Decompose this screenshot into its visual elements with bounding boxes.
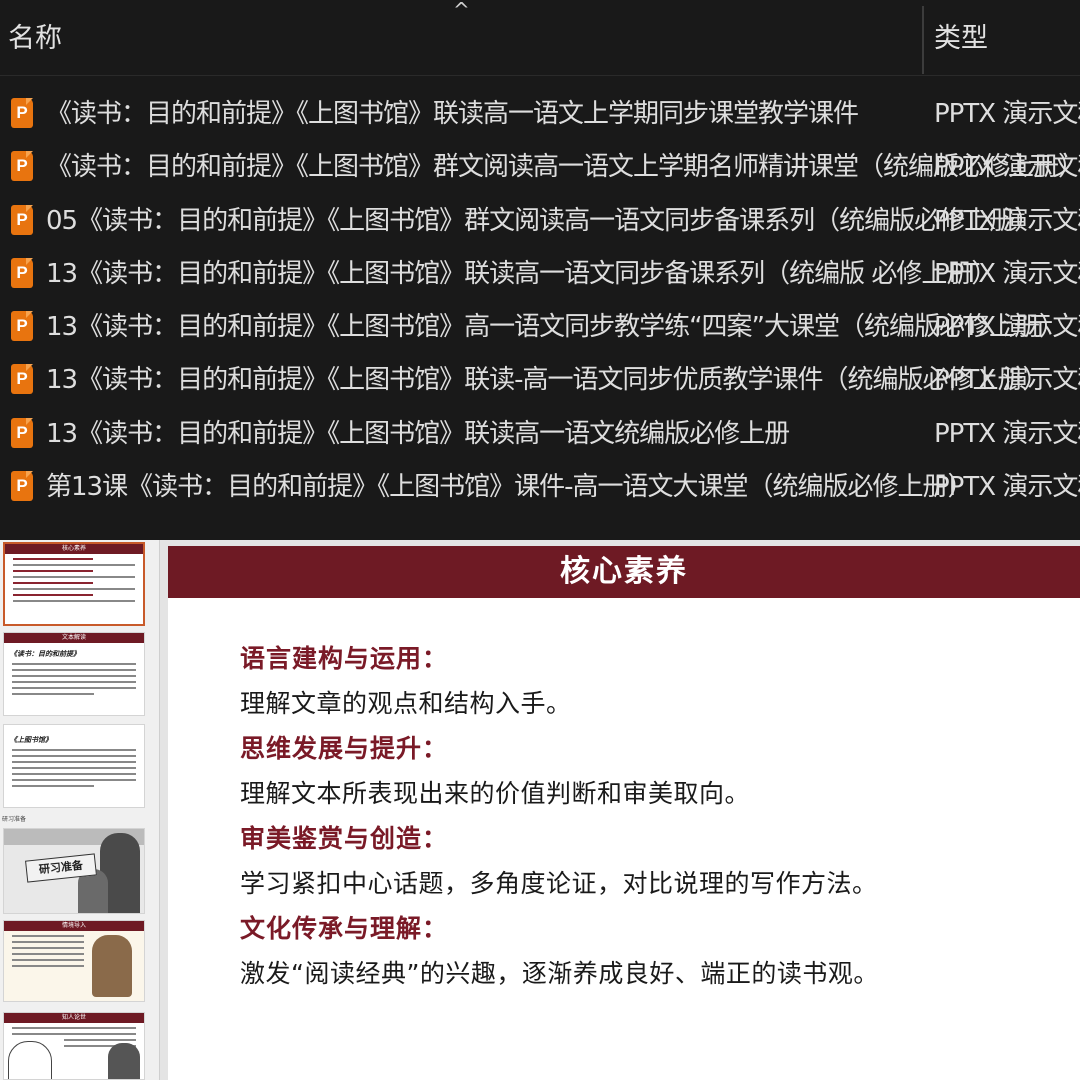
file-name: 13《读书：目的和前提》《上图书馆》联读高一语文统编版必修上册 bbox=[46, 418, 790, 449]
section-heading: 文化传承与理解： bbox=[240, 914, 449, 943]
presentation-window: 核心素养 文本解读 《读书：目的和前提》 《上图书馆》 研习准备 研习准备 情境… bbox=[0, 540, 1080, 1080]
powerpoint-file-icon: P bbox=[11, 257, 33, 288]
file-row[interactable]: P 13《读书：目的和前提》《上图书馆》高一语文同步教学练“四案”大课堂（统编版… bbox=[0, 301, 1080, 354]
file-type: PPTX 演示文稿 bbox=[934, 205, 1080, 236]
file-row[interactable]: P 13《读书：目的和前提》《上图书馆》联读高一语文同步备课系列（统编版 必修上… bbox=[0, 248, 1080, 301]
file-name: 13《读书：目的和前提》《上图书馆》联读高一语文同步备课系列（统编版 必修上册） bbox=[46, 258, 997, 289]
powerpoint-file-icon: P bbox=[11, 204, 33, 235]
file-name: 13《读书：目的和前提》《上图书馆》高一语文同步教学练“四案”大课堂（统编版必修… bbox=[46, 312, 1065, 343]
file-type: PPTX 演示文稿 bbox=[934, 152, 1080, 183]
file-type: PPTX 演示文稿 bbox=[934, 418, 1080, 449]
section-heading: 思维发展与提升： bbox=[240, 734, 449, 763]
slide-thumbnail-4[interactable]: 研习准备 bbox=[3, 828, 145, 914]
thumbnail-heading: 《读书：目的和前提》 bbox=[10, 650, 80, 658]
section-text: 理解文本所表现出来的价值判断和审美取向。 bbox=[240, 779, 751, 808]
file-name: 05《读书：目的和前提》《上图书馆》群文阅读高一语文同步备课系列（统编版必修上册… bbox=[46, 205, 1040, 236]
file-name: 第13课《读书：目的和前提》《上图书馆》课件-高一语文大课堂（统编版必修上册） bbox=[46, 472, 973, 503]
thumbnail-title: 核心素养 bbox=[5, 544, 143, 554]
column-header-name[interactable]: 名称 bbox=[8, 22, 62, 56]
file-name: 《读书：目的和前提》《上图书馆》群文阅读高一语文上学期名师精讲课堂（统编版必修上… bbox=[46, 152, 1080, 183]
thumbnail-portrait-image bbox=[108, 1043, 140, 1079]
section-text: 激发“阅读经典”的兴趣，逐渐养成良好、端正的读书观。 bbox=[240, 959, 879, 988]
sort-ascending-icon[interactable]: ^ bbox=[453, 0, 470, 20]
thumbnail-heading: 《上图书馆》 bbox=[10, 736, 52, 744]
file-type: PPTX 演示文稿 bbox=[934, 365, 1080, 396]
powerpoint-file-icon: P bbox=[11, 364, 33, 395]
section-text: 学习紧扣中心话题，多角度论证，对比说理的写作方法。 bbox=[240, 869, 878, 898]
thumbnail-section-label: 研习准备 bbox=[2, 816, 27, 823]
slide-thumbnail-6[interactable]: 知人论世 bbox=[3, 1012, 145, 1080]
slide-content-textbox[interactable]: 语言建构与运用： 理解文章的观点和结构入手。 思维发展与提升： 理解文本所表现出… bbox=[240, 636, 1040, 996]
file-name: 13《读书：目的和前提》《上图书馆》联读-高一语文同步优质教学课件（统编版必修上… bbox=[46, 365, 1048, 396]
slide-thumbnail-5[interactable]: 情境导入 bbox=[3, 920, 145, 1002]
file-explorer: ^ 名称 类型 P 《读书：目的和前提》《上图书馆》联读高一语文上学期同步课堂教… bbox=[0, 0, 1080, 540]
file-type: PPTX 演示文稿 bbox=[934, 472, 1080, 503]
slide-header-bar: 核心素养 bbox=[168, 546, 1080, 598]
powerpoint-file-icon: P bbox=[11, 98, 33, 128]
powerpoint-file-icon: P bbox=[11, 311, 33, 342]
powerpoint-file-icon: P bbox=[11, 471, 33, 502]
slide-editor-canvas[interactable]: 核心素养 语言建构与运用： 理解文章的观点和结构入手。 思维发展与提升： 理解文… bbox=[160, 540, 1080, 1080]
section-heading: 语言建构与运用： bbox=[240, 644, 449, 673]
file-list: P 《读书：目的和前提》《上图书馆》联读高一语文上学期同步课堂教学课件 PPTX… bbox=[0, 88, 1080, 514]
powerpoint-file-icon: P bbox=[11, 151, 33, 182]
powerpoint-file-icon: P bbox=[11, 417, 33, 448]
slide-thumbnail-2[interactable]: 文本解读 《读书：目的和前提》 bbox=[3, 632, 145, 716]
thumbnail-portrait-image bbox=[8, 1041, 52, 1079]
column-resize-handle[interactable] bbox=[922, 6, 924, 74]
thumbnail-portrait-image bbox=[92, 935, 132, 997]
file-type: PPTX 演示文稿 bbox=[934, 99, 1080, 129]
current-slide[interactable]: 核心素养 语言建构与运用： 理解文章的观点和结构入手。 思维发展与提升： 理解文… bbox=[168, 546, 1080, 1080]
file-row[interactable]: P 13《读书：目的和前提》《上图书馆》联读高一语文统编版必修上册 PPTX 演… bbox=[0, 408, 1080, 461]
file-type: PPTX 演示文稿 bbox=[934, 312, 1080, 343]
slide-thumbnail-1[interactable]: 核心素养 bbox=[3, 542, 145, 626]
file-name: 《读书：目的和前提》《上图书馆》联读高一语文上学期同步课堂教学课件 bbox=[46, 99, 859, 129]
section-heading: 审美鉴赏与创造： bbox=[240, 824, 449, 853]
thumbnail-title: 文本解读 bbox=[4, 633, 144, 643]
column-header-type[interactable]: 类型 bbox=[934, 22, 988, 56]
file-row[interactable]: P 05《读书：目的和前提》《上图书馆》群文阅读高一语文同步备课系列（统编版必修… bbox=[0, 195, 1080, 248]
file-row[interactable]: P 第13课《读书：目的和前提》《上图书馆》课件-高一语文大课堂（统编版必修上册… bbox=[0, 461, 1080, 514]
file-type: PPTX 演示文稿 bbox=[934, 258, 1080, 289]
slide-thumbnail-panel[interactable]: 核心素养 文本解读 《读书：目的和前提》 《上图书馆》 研习准备 研习准备 情境… bbox=[0, 540, 160, 1080]
file-row[interactable]: P 《读书：目的和前提》《上图书馆》联读高一语文上学期同步课堂教学课件 PPTX… bbox=[0, 88, 1080, 141]
file-row[interactable]: P 《读书：目的和前提》《上图书馆》群文阅读高一语文上学期名师精讲课堂（统编版必… bbox=[0, 141, 1080, 194]
thumbnail-title: 情境导入 bbox=[4, 921, 144, 931]
slide-thumbnail-3[interactable]: 《上图书馆》 bbox=[3, 724, 145, 808]
thumbnail-title: 知人论世 bbox=[4, 1013, 144, 1023]
file-row[interactable]: P 13《读书：目的和前提》《上图书馆》联读-高一语文同步优质教学课件（统编版必… bbox=[0, 354, 1080, 407]
section-text: 理解文章的观点和结构入手。 bbox=[240, 689, 572, 718]
column-header-bar: ^ 名称 类型 bbox=[0, 0, 1080, 76]
slide-title[interactable]: 核心素养 bbox=[168, 546, 1080, 598]
